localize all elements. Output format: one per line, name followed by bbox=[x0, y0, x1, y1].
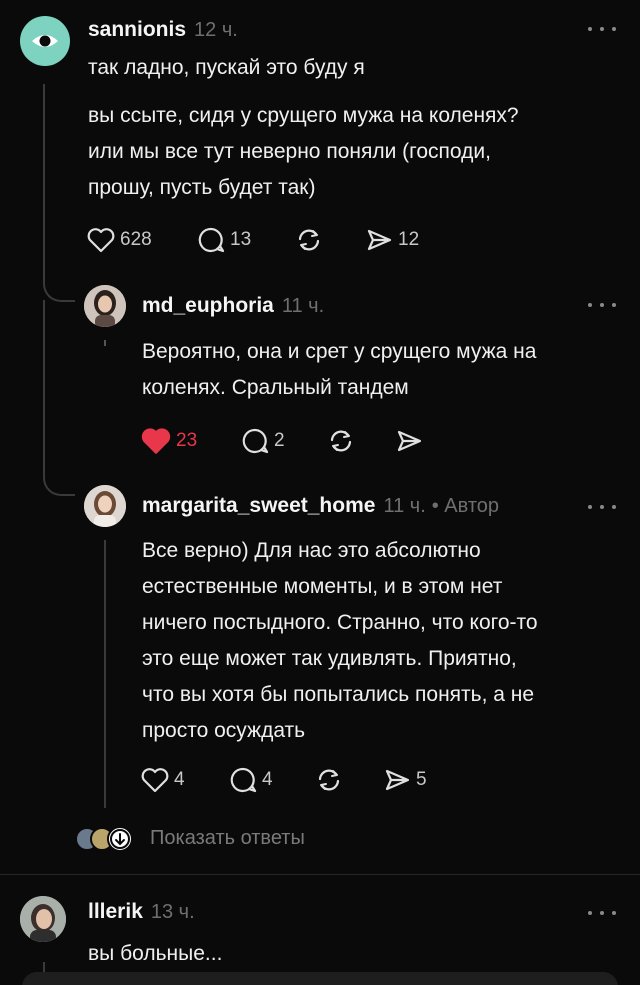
profile-photo-icon bbox=[84, 285, 126, 327]
heart-filled-icon bbox=[141, 428, 171, 454]
divider bbox=[0, 874, 640, 875]
reply-count: 2 bbox=[274, 430, 285, 451]
send-icon bbox=[397, 430, 422, 452]
username[interactable]: sannionis bbox=[88, 18, 186, 42]
share-count: 5 bbox=[416, 769, 427, 790]
more-options-icon[interactable] bbox=[588, 24, 616, 34]
like-button[interactable]: 23 bbox=[140, 425, 197, 457]
timestamp: 13 ч. bbox=[150, 901, 195, 923]
send-icon bbox=[367, 229, 392, 251]
reply-avatars-icon bbox=[75, 826, 133, 852]
thread-line bbox=[43, 84, 45, 274]
repost-icon bbox=[318, 769, 340, 791]
heart-icon bbox=[141, 768, 169, 793]
avatar[interactable] bbox=[84, 285, 126, 327]
repost-icon bbox=[298, 229, 320, 251]
comment-header: lllerik 13 ч. bbox=[88, 900, 195, 924]
avatar[interactable] bbox=[84, 485, 126, 527]
timestamp: 12 ч. bbox=[194, 19, 238, 41]
thread-connector bbox=[43, 264, 75, 302]
timestamp: 11 ч. bbox=[281, 295, 325, 317]
reply-button[interactable]: 2 bbox=[240, 425, 285, 457]
like-count: 628 bbox=[120, 229, 152, 250]
comment-bubble-icon bbox=[198, 227, 225, 253]
share-button[interactable]: 5 bbox=[382, 764, 427, 796]
comment-header: sannionis 12 ч. bbox=[88, 18, 238, 42]
repost-button[interactable] bbox=[294, 224, 324, 256]
author-badge: • Автор bbox=[431, 495, 500, 517]
bottom-input-bar[interactable] bbox=[22, 972, 618, 985]
reply-count: 13 bbox=[230, 229, 252, 250]
thread-line bbox=[104, 340, 106, 346]
repost-button[interactable] bbox=[314, 764, 344, 796]
comment-text: Все верно) Для нас это абсолютно естеств… bbox=[142, 539, 538, 742]
like-button[interactable]: 4 bbox=[140, 764, 185, 796]
comment-bubble-icon bbox=[242, 428, 269, 454]
share-button[interactable] bbox=[394, 425, 424, 457]
avatar[interactable] bbox=[20, 16, 70, 66]
repost-button[interactable] bbox=[326, 425, 356, 457]
comment-bubble-icon bbox=[230, 767, 257, 793]
comment-text: вы ссыте, сидя у срущего мужа на коленях… bbox=[88, 104, 519, 199]
avatar[interactable] bbox=[20, 896, 66, 942]
reply-avatars[interactable] bbox=[74, 824, 138, 854]
heart-icon bbox=[87, 228, 115, 253]
comment-header: margarita_sweet_home 11 ч. • Автор bbox=[142, 494, 499, 518]
share-button[interactable]: 12 bbox=[364, 224, 419, 256]
username[interactable]: margarita_sweet_home bbox=[142, 494, 375, 518]
profile-photo-icon bbox=[84, 485, 126, 527]
username[interactable]: md_euphoria bbox=[142, 294, 274, 318]
like-count: 4 bbox=[174, 769, 185, 790]
comment-text: так ладно, пускай это буду я bbox=[88, 56, 365, 79]
like-button[interactable]: 628 bbox=[86, 224, 152, 256]
comment-text: Вероятно, она и срет у срущего мужа на к… bbox=[142, 340, 537, 399]
reply-button[interactable]: 13 bbox=[196, 224, 251, 256]
show-replies-button[interactable]: Показать ответы bbox=[150, 827, 305, 850]
timestamp: 11 ч. bbox=[383, 495, 426, 517]
send-icon bbox=[385, 769, 410, 791]
more-options-icon[interactable] bbox=[588, 908, 616, 918]
share-count: 12 bbox=[398, 229, 420, 250]
comment-header: md_euphoria 11 ч. bbox=[142, 294, 324, 318]
repost-icon bbox=[330, 430, 352, 452]
reply-count: 4 bbox=[262, 769, 273, 790]
more-options-icon[interactable] bbox=[588, 300, 616, 310]
username[interactable]: lllerik bbox=[88, 900, 143, 924]
like-count: 23 bbox=[176, 430, 198, 451]
reply-button[interactable]: 4 bbox=[228, 764, 273, 796]
thread-line bbox=[104, 540, 106, 808]
thread-connector bbox=[43, 300, 75, 496]
comment-text: вы больные... bbox=[88, 942, 223, 965]
eye-icon bbox=[32, 35, 58, 47]
more-options-icon[interactable] bbox=[588, 502, 616, 512]
profile-photo-icon bbox=[20, 896, 66, 942]
